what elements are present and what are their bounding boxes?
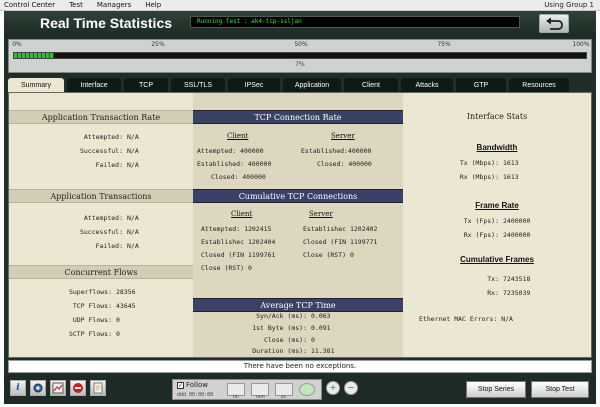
progress-ticks: 0% 25% 50% 75% 100%: [9, 41, 591, 50]
follow-label: Follow: [186, 381, 208, 389]
group-indicator: Using Group 1: [544, 1, 594, 9]
tcp-rate-client-established: Established: 400000: [197, 160, 272, 168]
test-progress: 0% 25% 50% 75% 100% 7%: [8, 39, 592, 73]
progress-tick: 50%: [294, 41, 308, 48]
tcp-cum-server-close-rst: Close (RST) 0: [303, 251, 354, 259]
app-tx-rate-header: Application Transaction Rate: [9, 110, 193, 124]
tcp-time-duration-label: Duration (ms):: [252, 347, 307, 355]
stop-sign-button[interactable]: [70, 380, 86, 396]
tab-gtp[interactable]: GTP: [456, 78, 506, 92]
bottom-toolbar: i ✓ Follow ddd 00:00:00 hh mm ss + − Sto…: [4, 375, 596, 404]
go-button[interactable]: [299, 383, 315, 396]
tcp-cum-server-closed-fin: Closed (FIN 1199771: [303, 238, 378, 246]
interface-column: Interface Stats Bandwidth Tx (Mbps): 161…: [403, 93, 591, 357]
chart-button[interactable]: [50, 380, 66, 396]
frame-rate-header: Frame Rate: [475, 201, 519, 210]
application-column: Application Transaction Rate Attempted: …: [9, 93, 193, 357]
tcp-rate-server-closed: Closed: 400000: [317, 160, 372, 168]
tcp-cum-server-header: Server: [309, 210, 333, 218]
progress-percent: 7%: [295, 61, 305, 68]
follow-panel: ✓ Follow ddd 00:00:00 hh mm ss: [172, 379, 322, 400]
stop-series-button[interactable]: Stop Series: [466, 381, 526, 398]
ethernet-mac-errors: Ethernet MAC Errors: N/A: [419, 315, 513, 323]
progress-tick: 75%: [437, 41, 451, 48]
menu-control-center[interactable]: Control Center: [0, 1, 62, 9]
tcp-cum-client-close-rst: Close (RST) 0: [201, 264, 252, 272]
tcp-rate-server-established: Established:400000: [301, 147, 372, 155]
tab-ipsec[interactable]: IPSec: [228, 78, 280, 92]
tcp-rate-client-closed: Closed: 400000: [211, 173, 266, 181]
tcp-cum-client-established: Establishec 1202404: [201, 238, 276, 246]
status-line: There have been no exceptions.: [8, 360, 592, 373]
tcp-time-duration-value: 11.381: [311, 347, 335, 355]
summary-panel: Application Transaction Rate Attempted: …: [8, 92, 592, 358]
seconds-unit: ss: [281, 395, 286, 400]
zoom-out-button[interactable]: −: [344, 381, 358, 395]
zoom-in-icon: +: [329, 383, 337, 392]
app-tx-header: Application Transactions: [9, 189, 193, 203]
progress-tick: 25%: [151, 41, 165, 48]
tcp-column: TCP Connection Rate Client Server Attemp…: [193, 93, 403, 357]
tcp-rate-server-header: Server: [331, 132, 355, 140]
tab-summary[interactable]: Summary: [8, 78, 64, 92]
tab-client[interactable]: Client: [344, 78, 398, 92]
zoom-out-icon: −: [347, 383, 355, 392]
menu-managers[interactable]: Managers: [90, 1, 138, 9]
progress-tick: 0%: [12, 41, 22, 48]
tcp-cumulative-header: Cumulative TCP Connections: [193, 189, 403, 203]
tcp-cum-client-attempted: Attempted: 1202415: [201, 225, 272, 233]
info-icon: i: [16, 383, 20, 393]
back-button[interactable]: [539, 14, 569, 33]
interface-stats-header: Interface Stats: [403, 110, 591, 124]
tcp-cum-client-header: Client: [231, 210, 253, 218]
tcp-cum-server-established: Establishec 1202402: [303, 225, 378, 233]
bandwidth-header: Bandwidth: [476, 143, 518, 152]
tcp-cum-client-closed-fin: Closed (FIN 1199761: [201, 251, 276, 259]
tab-attacks[interactable]: Attacks: [401, 78, 453, 92]
menu-bar: Control Center Test Managers Help Using …: [0, 0, 600, 11]
tab-tcp[interactable]: TCP: [124, 78, 168, 92]
tcp-rate-client-attempted: Attempted: 400000: [197, 147, 264, 155]
back-arrow-icon: [546, 17, 563, 30]
follow-checkbox[interactable]: ✓: [177, 382, 184, 389]
tab-interface[interactable]: Interface: [67, 78, 121, 92]
hours-unit: hh: [233, 395, 239, 400]
stats-tabs: Summary Interface TCP SSL/TLS IPSec Appl…: [8, 78, 592, 92]
page-title: Real Time Statistics: [40, 15, 173, 31]
progress-tick: 100%: [572, 41, 590, 48]
stop-test-button[interactable]: Stop Test: [531, 381, 589, 398]
stop-sign-icon: [73, 383, 83, 393]
tab-application[interactable]: Application: [283, 78, 341, 92]
cumulative-frames-header: Cumulative Frames: [460, 255, 534, 264]
tab-ssl-tls[interactable]: SSL/TLS: [171, 78, 225, 92]
settings-button[interactable]: [30, 380, 46, 396]
tab-resources[interactable]: Resources: [509, 78, 569, 92]
progress-bar: [13, 52, 587, 59]
tcp-time-header: Average TCP Time: [193, 298, 403, 312]
tcp-rate-header: TCP Connection Rate: [193, 110, 403, 124]
progress-fill: [14, 53, 55, 58]
title-bar: Real Time Statistics Running Test : ak4-…: [4, 11, 596, 37]
menu-help[interactable]: Help: [138, 1, 168, 9]
notes-icon: [93, 382, 103, 394]
minutes-unit: mm: [256, 395, 265, 400]
settings-icon: [33, 383, 43, 393]
tcp-rate-client-header: Client: [227, 132, 249, 140]
notes-button[interactable]: [90, 380, 106, 396]
follow-elapsed: ddd 00:00:00: [177, 392, 214, 398]
menu-test[interactable]: Test: [62, 1, 90, 9]
chart-icon: [52, 382, 64, 394]
zoom-in-button[interactable]: +: [326, 381, 340, 395]
concurrent-flows-header: Concurrent Flows: [9, 265, 193, 279]
info-button[interactable]: i: [10, 380, 26, 396]
running-test-display: Running Test : ak4-tcp-ssljan: [190, 16, 520, 28]
stats-window: Real Time Statistics Running Test : ak4-…: [4, 11, 596, 404]
